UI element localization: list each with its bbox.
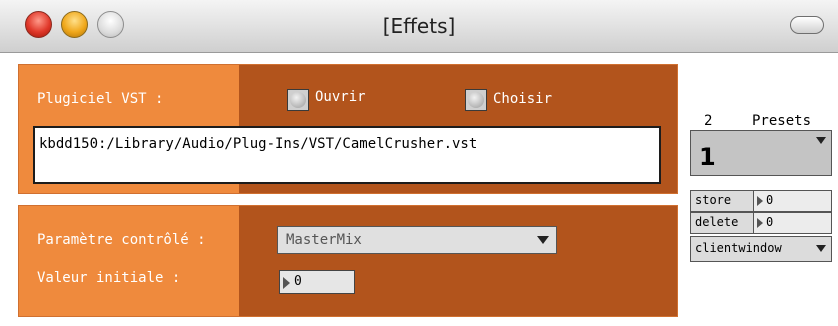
title-bar: [Effets] bbox=[0, 0, 838, 53]
chevron-down-icon bbox=[537, 236, 549, 244]
number-arrow-icon bbox=[283, 277, 290, 289]
initial-value-label: Valeur initiale : bbox=[37, 270, 181, 286]
store-label[interactable]: store bbox=[695, 193, 731, 207]
open-label[interactable]: Ouvrir bbox=[315, 89, 366, 105]
client-window-dropdown[interactable]: clientwindow bbox=[690, 236, 832, 262]
plugin-path-text: kbdd150:/Library/Audio/Plug-Ins/VST/Came… bbox=[39, 136, 478, 152]
presets-count: 2 bbox=[704, 113, 713, 129]
choose-label[interactable]: Choisir bbox=[493, 91, 552, 107]
preset-selector[interactable]: 1 bbox=[690, 130, 832, 176]
preset-delete-row: delete 0 bbox=[690, 212, 832, 234]
parameter-panel-dark-area bbox=[239, 206, 677, 316]
delete-number-box[interactable]: 0 bbox=[753, 213, 831, 233]
parameter-panel: Paramètre contrôlé : MasterMix Valeur in… bbox=[18, 205, 678, 317]
plugin-panel: Plugiciel VST : Ouvrir Choisir kbdd150:/… bbox=[18, 64, 678, 194]
chevron-down-icon bbox=[816, 137, 826, 144]
store-value: 0 bbox=[766, 193, 774, 207]
open-checkbox[interactable] bbox=[287, 89, 309, 111]
controlled-param-dropdown[interactable]: MasterMix bbox=[277, 226, 557, 254]
presets-title: Presets bbox=[752, 113, 812, 129]
delete-value: 0 bbox=[766, 215, 774, 229]
store-number-box[interactable]: 0 bbox=[753, 191, 831, 211]
preset-current: 1 bbox=[699, 143, 716, 171]
choose-checkbox[interactable] bbox=[465, 89, 487, 111]
number-arrow-icon bbox=[757, 218, 763, 228]
number-arrow-icon bbox=[757, 196, 763, 206]
delete-label[interactable]: delete bbox=[695, 215, 738, 229]
radio-icon bbox=[290, 92, 306, 108]
initial-value-number-box[interactable]: 0 bbox=[279, 270, 355, 294]
window-title: [Effets] bbox=[382, 14, 456, 38]
client-window-label: clientwindow bbox=[695, 241, 782, 255]
controlled-param-value: MasterMix bbox=[286, 232, 362, 248]
controlled-param-label: Paramètre contrôlé : bbox=[37, 232, 206, 248]
initial-value: 0 bbox=[294, 274, 302, 289]
plugin-label: Plugiciel VST : bbox=[37, 91, 164, 107]
plugin-path-field[interactable]: kbdd150:/Library/Audio/Plug-Ins/VST/Came… bbox=[33, 126, 661, 184]
radio-icon bbox=[468, 92, 484, 108]
toolbar-toggle-button[interactable] bbox=[790, 16, 824, 34]
chevron-down-icon bbox=[816, 245, 826, 252]
preset-store-row: store 0 bbox=[690, 190, 832, 212]
